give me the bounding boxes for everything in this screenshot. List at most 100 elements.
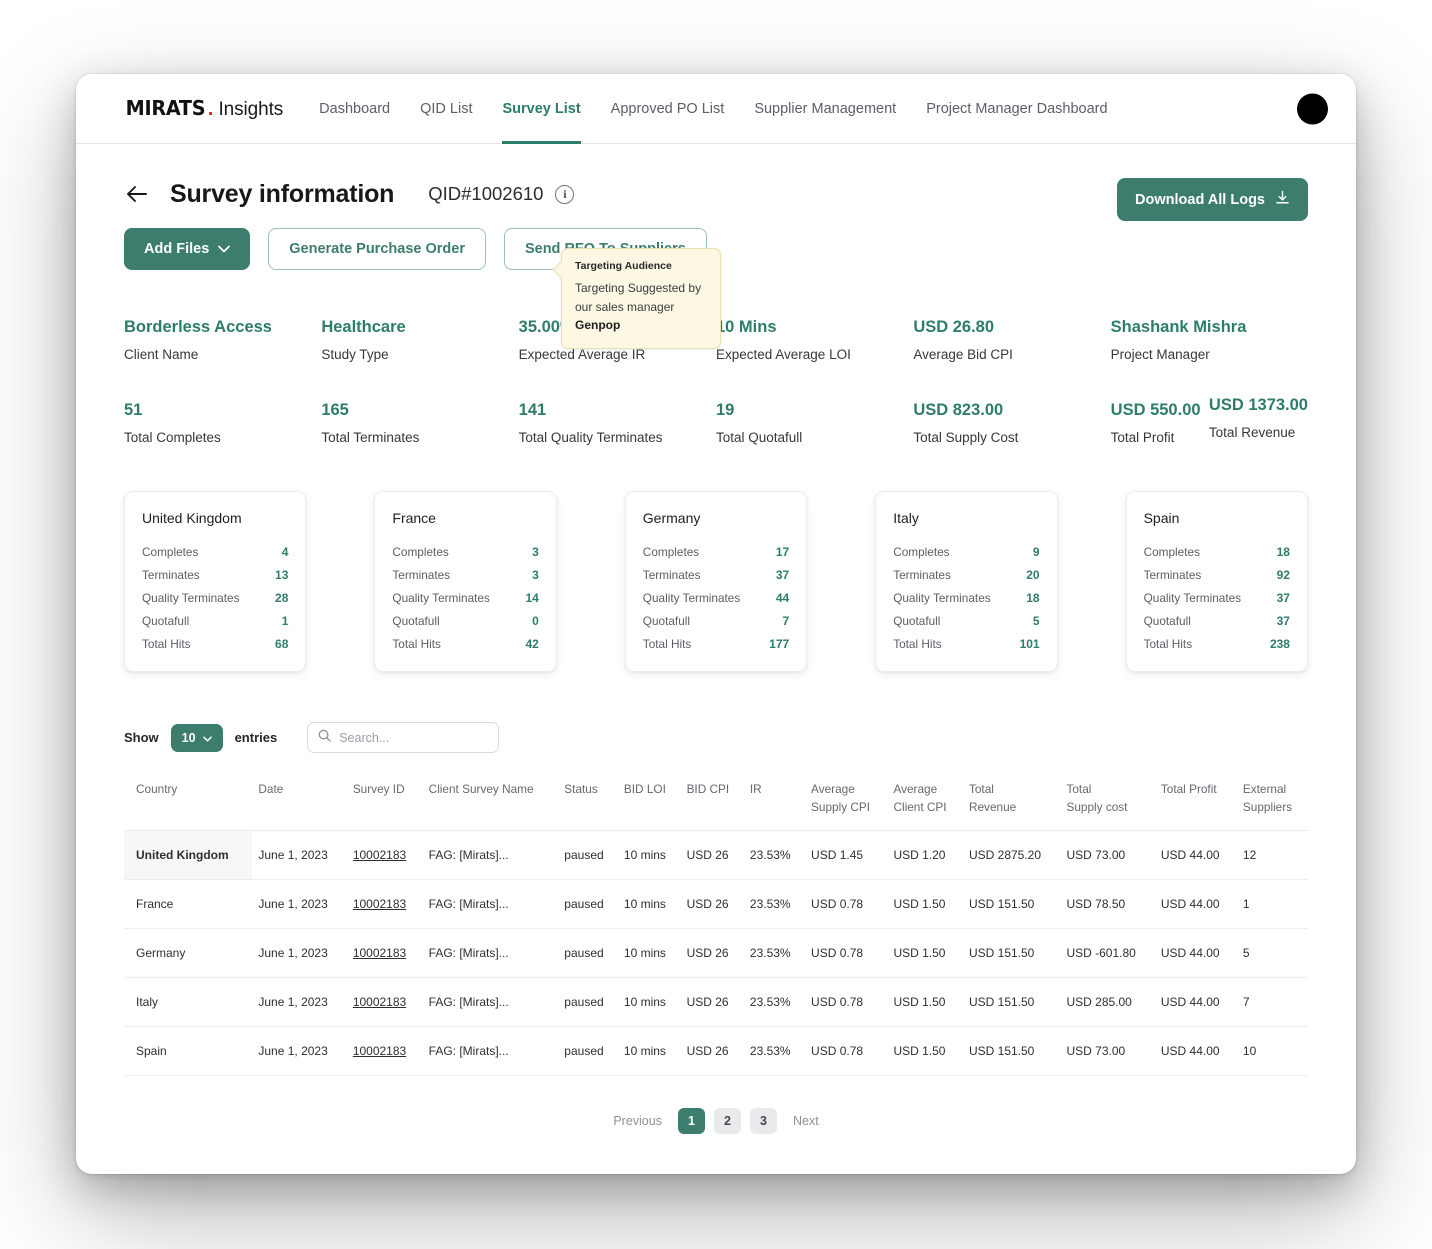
country-card-title: United Kingdom — [142, 510, 242, 526]
page-size-select[interactable]: 10 — [170, 723, 223, 752]
stat-value: 51 — [124, 401, 143, 419]
pagination-page-1[interactable]: 1 — [677, 1107, 705, 1134]
add-files-button[interactable]: Add Files — [124, 228, 251, 270]
country-card-value: 18 — [1026, 590, 1040, 605]
nav-item-survey-list[interactable]: Survey List — [502, 74, 581, 144]
pagination-page-2[interactable]: 2 — [713, 1107, 741, 1134]
brand-logo-dot: . — [207, 98, 214, 120]
cell-survey-id[interactable]: 10002183 — [346, 1026, 423, 1076]
generate-purchase-order-button[interactable]: Generate Purchase Order — [268, 228, 486, 270]
th-bid-loi: BID LOI — [623, 782, 666, 796]
search-icon — [318, 729, 331, 747]
country-card-row: Total Hits 68 — [142, 632, 288, 655]
survey-id-link[interactable]: 10002183 — [353, 848, 406, 862]
cell-country: Italy — [124, 977, 253, 1027]
country-card-row: Completes 18 — [1144, 540, 1290, 563]
country-card-row: Total Hits 177 — [643, 632, 789, 655]
cell-total-revenue: USD 151.50 — [962, 1026, 1061, 1076]
cell-country: United Kingdom — [124, 830, 253, 880]
cell-status: paused — [558, 928, 618, 978]
info-icon[interactable]: i — [555, 184, 575, 204]
survey-id-link[interactable]: 10002183 — [353, 995, 406, 1009]
survey-id-link[interactable]: 10002183 — [353, 946, 406, 960]
country-card-key: Completes — [392, 544, 449, 559]
country-card-value: 9 — [1032, 544, 1040, 559]
country-card-key: Completes — [642, 544, 700, 559]
cell-total-profit: USD 44.00 — [1154, 879, 1237, 929]
survey-id-link[interactable]: 10002183 — [353, 1044, 406, 1058]
cell-survey-id[interactable]: 10002183 — [346, 879, 423, 929]
cell-ir: 23.53% — [743, 1026, 806, 1076]
table-row[interactable]: France June 1, 2023 10002183 FAG: [Mirat… — [124, 879, 1308, 929]
survey-id-link[interactable]: 10002183 — [353, 897, 406, 911]
table-row[interactable]: United Kingdom June 1, 2023 10002183 FAG… — [124, 830, 1308, 880]
nav-item-qid-list[interactable]: QID List — [420, 74, 472, 144]
country-card-row: Terminates 37 — [643, 563, 789, 586]
th-average-client-cpi: Average Client CPI — [893, 782, 947, 815]
table-controls: Show 10 entries — [124, 722, 1308, 753]
country-card-value: 3 — [532, 544, 539, 559]
chevron-down-icon — [218, 241, 231, 257]
cell-survey-id[interactable]: 10002183 — [346, 928, 423, 978]
nav-item-supplier-management[interactable]: Supplier Management — [754, 74, 896, 144]
cell-status: paused — [558, 830, 618, 880]
surveys-table-section: Show 10 entries Search... Country Date S… — [124, 722, 1308, 1134]
th-total-supply-cost: Total Supply cost — [1066, 782, 1128, 815]
nav-item-project-manager-dashboard[interactable]: Project Manager Dashboard — [926, 74, 1107, 144]
pagination: Previous 1 2 3 Next — [124, 1107, 1308, 1134]
surveys-table: Country Date Survey ID Client Survey Nam… — [124, 775, 1308, 1076]
caret-down-icon — [202, 731, 212, 745]
country-card-key: Quality Terminates — [142, 590, 240, 605]
stat-value: Shashank Mishra — [1110, 318, 1247, 336]
country-card-value: 7 — [782, 613, 790, 628]
table-row[interactable]: Germany June 1, 2023 10002183 FAG: [Mira… — [124, 928, 1308, 978]
pagination-page-3[interactable]: 3 — [749, 1107, 777, 1134]
country-card-key: Total Hits — [1143, 636, 1193, 651]
back-arrow-icon[interactable] — [124, 181, 150, 207]
cell-total-supply-cost: USD 285.00 — [1060, 977, 1155, 1027]
cell-total-revenue: USD 151.50 — [962, 879, 1061, 929]
country-cards: United Kingdom Completes 4 Terminates 13 Q… — [124, 491, 1308, 672]
cell-bid-cpi: USD 26 — [680, 830, 744, 880]
brand-logo[interactable]: MIRATS. Insights — [124, 96, 284, 121]
cell-average-client-cpi: USD 1.50 — [887, 879, 963, 929]
cell-ir: 23.53% — [743, 830, 806, 880]
search-box[interactable] — [307, 722, 500, 753]
cell-average-client-cpi: USD 1.50 — [887, 977, 963, 1027]
cell-country: Germany — [124, 928, 253, 978]
show-label: Show — [124, 730, 159, 745]
nav-item-dashboard[interactable]: Dashboard — [319, 74, 390, 144]
stat-total-completes: 51 Total Completes — [124, 401, 321, 445]
stat-value: Healthcare — [321, 318, 406, 336]
cell-average-supply-cpi: USD 0.78 — [805, 977, 888, 1027]
cell-client-survey-name: FAG: [Mirats]... — [422, 879, 559, 929]
cell-total-revenue: USD 151.50 — [962, 977, 1061, 1027]
nav-item-approved-po-list[interactable]: Approved PO List — [611, 74, 725, 144]
country-card-title: Germany — [642, 510, 701, 526]
cell-survey-id[interactable]: 10002183 — [346, 977, 423, 1027]
add-files-label: Add Files — [144, 241, 210, 257]
table-row[interactable]: Italy June 1, 2023 10002183 FAG: [Mirats… — [124, 977, 1308, 1027]
pagination-next[interactable]: Next — [786, 1114, 826, 1128]
country-card-row: Terminates 92 — [1144, 563, 1290, 586]
cell-total-revenue: USD 2875.20 — [962, 830, 1061, 880]
search-input[interactable] — [339, 730, 489, 745]
cell-status: paused — [558, 1026, 618, 1076]
avatar[interactable] — [1297, 93, 1328, 124]
country-card-row: Quality Terminates 18 — [893, 586, 1039, 609]
cell-survey-id[interactable]: 10002183 — [346, 830, 423, 880]
th-client-survey-name: Client Survey Name — [428, 782, 534, 796]
download-all-logs-button[interactable]: Download All Logs — [1117, 178, 1308, 221]
stat-total-supply-cost: USD 823.00 Total Supply Cost — [913, 401, 1110, 445]
country-card-key: Total Hits — [893, 636, 942, 651]
pagination-previous[interactable]: Previous — [606, 1114, 669, 1128]
stat-label: Total Completes — [124, 430, 221, 445]
country-card-row: Completes 3 — [392, 540, 538, 563]
table-row[interactable]: Spain June 1, 2023 10002183 FAG: [Mirats… — [124, 1026, 1308, 1076]
country-card-key: Completes — [142, 544, 199, 559]
country-card-value: 0 — [532, 613, 539, 628]
country-card-value: 28 — [275, 590, 289, 605]
cell-total-profit: USD 44.00 — [1154, 928, 1237, 978]
cell-external-suppliers: 5 — [1236, 928, 1308, 978]
stat-label: Project Manager — [1110, 347, 1210, 362]
